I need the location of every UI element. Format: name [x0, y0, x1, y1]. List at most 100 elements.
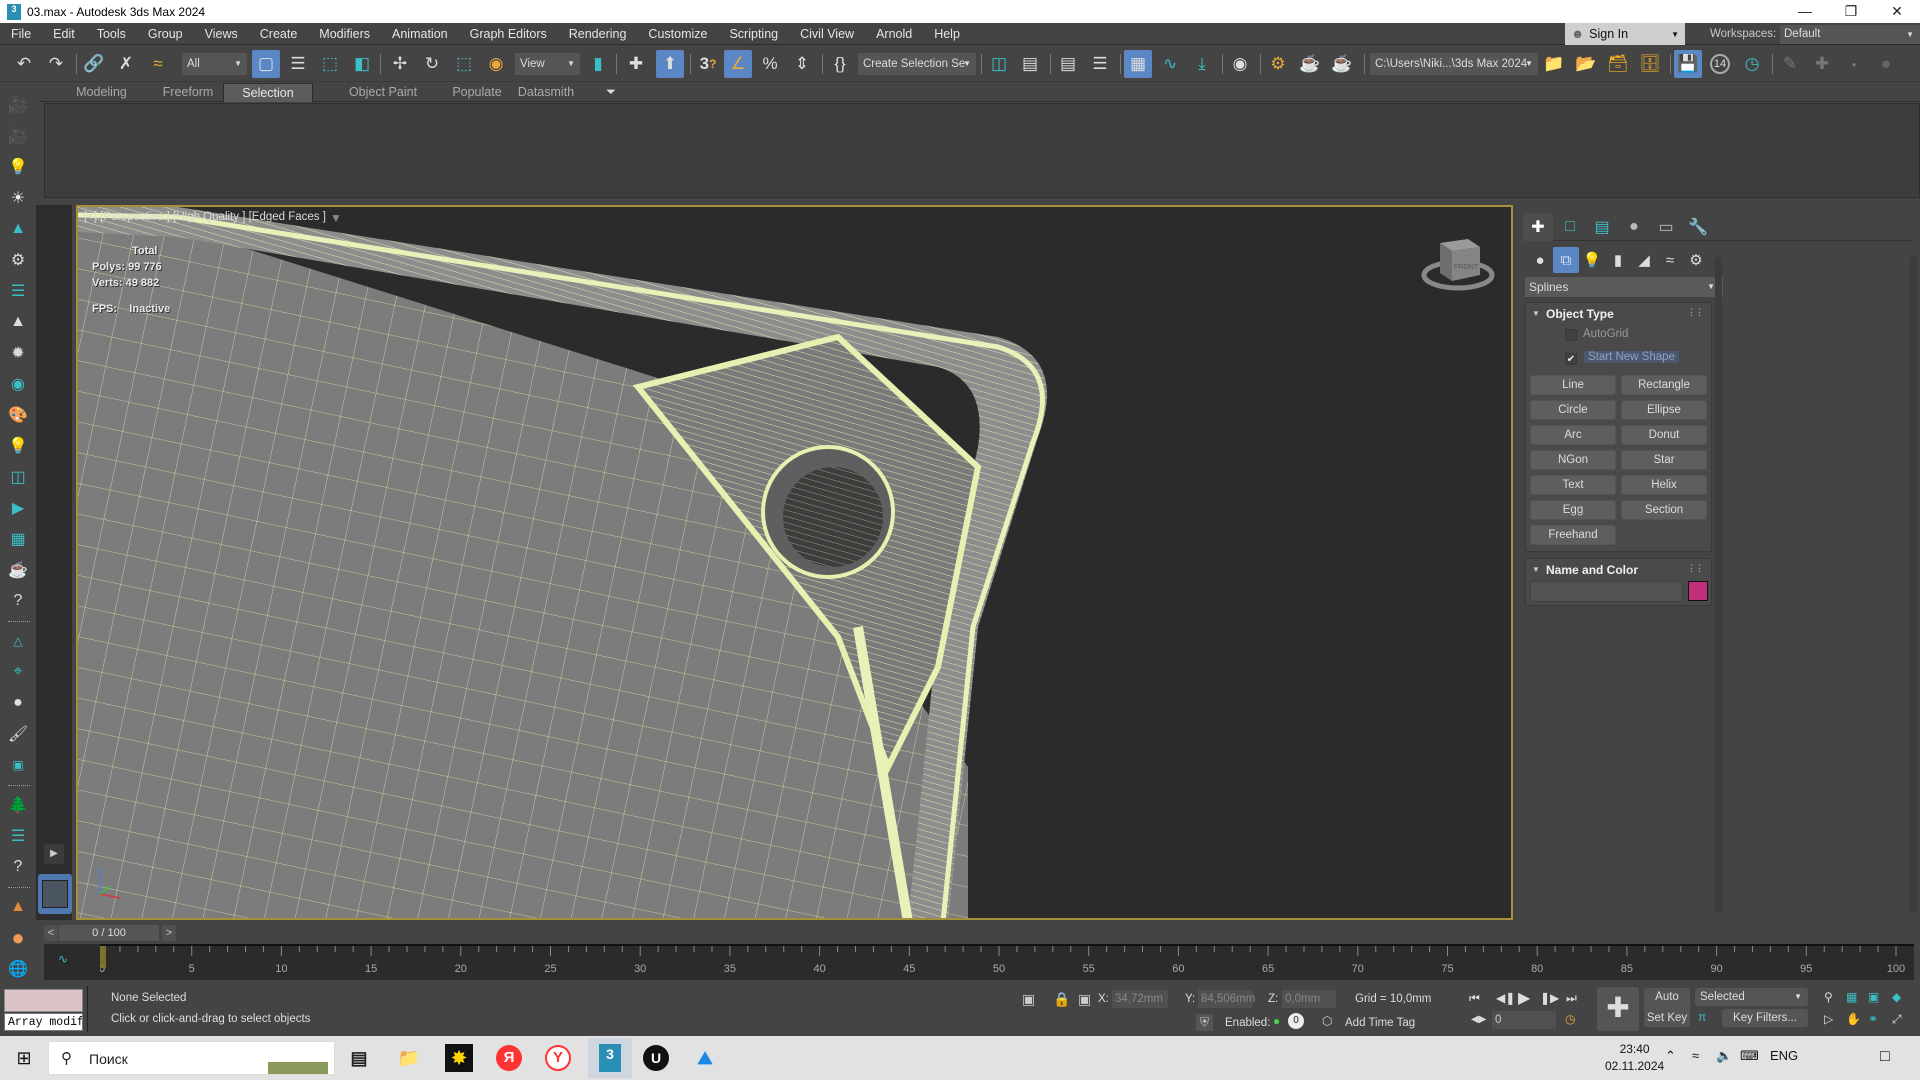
menu-create[interactable]: Create	[249, 23, 309, 45]
rectangular-selection-icon[interactable]: ⬚	[316, 50, 344, 78]
snaps-toggle-icon[interactable]: 3?	[694, 50, 722, 78]
track-bar[interactable]: ∿ 0 5 10 15 20 25 30 35 40 45 50 55 60 65 70 75 80 85 90 95…	[44, 944, 1920, 980]
transform-toggle-icon[interactable]: ✚	[622, 50, 650, 78]
taskbar-search[interactable]: ⚲ Поиск	[48, 1041, 335, 1075]
hierarchy-tab-icon[interactable]: ▤	[1587, 213, 1617, 241]
key-filters-button[interactable]: Key Filters...	[1722, 1009, 1808, 1027]
gear-sticker-icon[interactable]: ⚙	[4, 246, 32, 274]
time-config-arrows-icon[interactable]: ◀▶	[1471, 1014, 1486, 1025]
start-new-shape-checkbox[interactable]: ✔	[1565, 353, 1577, 365]
isolate-selection-icon[interactable]: ▣	[1022, 991, 1035, 1008]
zoom-extents-icon[interactable]: ▣	[1868, 990, 1879, 1004]
yandex-browser-icon[interactable]: Y	[540, 1040, 576, 1076]
project-settings-icon[interactable]: 📁	[1540, 50, 1568, 78]
menu-modifiers[interactable]: Modifiers	[308, 23, 381, 45]
layer-explorer-icon[interactable]: ☰	[1086, 50, 1114, 78]
menu-views[interactable]: Views	[194, 23, 249, 45]
z-coordinate-field[interactable]: 0,0mm	[1282, 990, 1336, 1008]
fire-icon[interactable]: ▲	[4, 893, 32, 921]
render-setup-icon[interactable]: ⚙	[1264, 50, 1292, 78]
camera-icon[interactable]: 🎥	[4, 91, 32, 119]
next-frame-button[interactable]: >	[162, 925, 176, 941]
menu-tools[interactable]: Tools	[86, 23, 137, 45]
ellipse-button[interactable]: Ellipse	[1621, 400, 1707, 420]
scene-explorer-icon[interactable]: ▤	[1054, 50, 1082, 78]
section-button[interactable]: Section	[1621, 500, 1707, 520]
egg-button[interactable]: Egg	[1530, 500, 1616, 520]
toggle-ribbon-icon[interactable]: ▦	[1124, 50, 1152, 78]
keyboard-icon[interactable]: ⌨	[1740, 1048, 1759, 1064]
panel-icon[interactable]: ◫	[4, 463, 32, 491]
star-button[interactable]: Star	[1621, 450, 1707, 470]
tab-freeform[interactable]: Freeform	[148, 83, 228, 102]
workspaces-dropdown[interactable]: Default ▼	[1780, 25, 1920, 44]
select-object-icon[interactable]: ▢	[252, 50, 280, 78]
rotate-icon[interactable]: ↻	[418, 50, 446, 78]
shapes-category-icon[interactable]: ⧉	[1553, 247, 1579, 273]
menu-help[interactable]: Help	[923, 23, 971, 45]
selection-filter-dropdown[interactable]: All ▼	[182, 53, 247, 75]
object-name-input[interactable]	[1530, 581, 1683, 602]
helix-button[interactable]: Helix	[1621, 475, 1707, 495]
object-type-header[interactable]: ▼ Object Type ⋮⋮	[1526, 303, 1711, 325]
maxscript-output[interactable]: Array modifi	[4, 1013, 83, 1031]
modeling-tools-icon[interactable]: ✎	[1776, 50, 1804, 78]
wifi-icon[interactable]: ≈	[1692, 1048, 1699, 1063]
ngon-button[interactable]: NGon	[1530, 450, 1616, 470]
tab-populate[interactable]: Populate	[442, 83, 512, 102]
snap-nodes-icon[interactable]: △	[4, 627, 32, 655]
enabled-count-badge[interactable]: 0	[1288, 1013, 1304, 1029]
file-explorer-icon[interactable]: 📁	[391, 1040, 427, 1076]
text-button[interactable]: Text	[1530, 475, 1616, 495]
filter-icon[interactable]: ▼	[330, 211, 342, 225]
zoom-all-icon[interactable]: ▦	[1846, 990, 1857, 1004]
rendered-frame-icon[interactable]: ☕	[1296, 50, 1324, 78]
display-tab-icon[interactable]: ▭	[1651, 213, 1681, 241]
render-play-icon[interactable]: ▶	[4, 494, 32, 522]
add-tool-icon[interactable]: ✚	[1808, 50, 1836, 78]
close-button[interactable]: ✕	[1874, 0, 1920, 23]
menu-edit[interactable]: Edit	[42, 23, 86, 45]
camera-add-icon[interactable]: 🎥	[4, 122, 32, 150]
viewport-label-menu[interactable]: [+] [Perspective ] [High Quality ] [Edge…	[84, 211, 326, 223]
maxscript-listener-input[interactable]	[4, 989, 83, 1012]
orbit-icon[interactable]: ⚭	[1868, 1012, 1878, 1026]
photos-icon[interactable]: ⛰	[687, 1040, 723, 1076]
sun-app-icon[interactable]: ✸	[445, 1044, 473, 1072]
project-folder-dropdown[interactable]: C:\Users\Niki...\3ds Max 2024 ▼	[1370, 53, 1538, 75]
task-view-icon[interactable]: ▤	[341, 1040, 377, 1076]
autobackup-count-icon[interactable]: 14	[1706, 50, 1734, 78]
utilities-tab-icon[interactable]: 🔧	[1683, 213, 1713, 241]
palette-icon[interactable]: 🎨	[4, 401, 32, 429]
ribbon-options-icon[interactable]: ⏷	[596, 83, 626, 102]
autobackup-toggle-icon[interactable]: 💾	[1674, 50, 1702, 78]
brush-icon[interactable]: 🖌	[4, 720, 32, 748]
play-icon[interactable]: ▶	[1518, 988, 1530, 1008]
material-stack-icon[interactable]: ◉	[4, 370, 32, 398]
modify-tab-icon[interactable]: □	[1555, 213, 1585, 241]
menu-animation[interactable]: Animation	[381, 23, 459, 45]
menu-scripting[interactable]: Scripting	[718, 23, 789, 45]
go-to-start-icon[interactable]: ⏮	[1469, 991, 1480, 1006]
lock-selection-icon[interactable]: 🔒	[1053, 991, 1070, 1008]
show-hidden-icons-icon[interactable]: ⌃	[1665, 1048, 1676, 1064]
viewport-layout-button[interactable]	[38, 874, 72, 914]
next-key-icon[interactable]: ❚▶	[1540, 991, 1559, 1005]
frame-ruler[interactable]: 0 5 10 15 20 25 30 35 40 45 50 55 60 65 70 75 80 85 90 95 10…	[100, 944, 1914, 980]
zoom-icon[interactable]: ⚲	[1824, 990, 1833, 1004]
command-panel-scrollbar[interactable]	[1715, 257, 1722, 913]
tab-datasmith[interactable]: Datasmith	[506, 83, 586, 102]
arc-button[interactable]: Arc	[1530, 425, 1616, 445]
target-icon[interactable]: ⌖	[4, 658, 32, 686]
open-project-icon[interactable]: 📂	[1572, 50, 1600, 78]
undo-icon[interactable]: ↶	[10, 50, 38, 78]
sign-in-button[interactable]: ☻ Sign In ▼	[1565, 23, 1685, 45]
cameras-category-icon[interactable]: ▮	[1605, 247, 1631, 273]
motion-tab-icon[interactable]: ●	[1619, 213, 1649, 241]
tab-selection[interactable]: Selection	[223, 83, 313, 102]
use-pivot-icon[interactable]: ▮	[584, 50, 612, 78]
curve-editor-icon[interactable]: ∿	[1156, 50, 1184, 78]
burst-icon[interactable]: ✹	[4, 339, 32, 367]
tree-icon[interactable]: ▲	[4, 215, 32, 243]
time-configuration-icon[interactable]: ◷	[1565, 1012, 1575, 1026]
